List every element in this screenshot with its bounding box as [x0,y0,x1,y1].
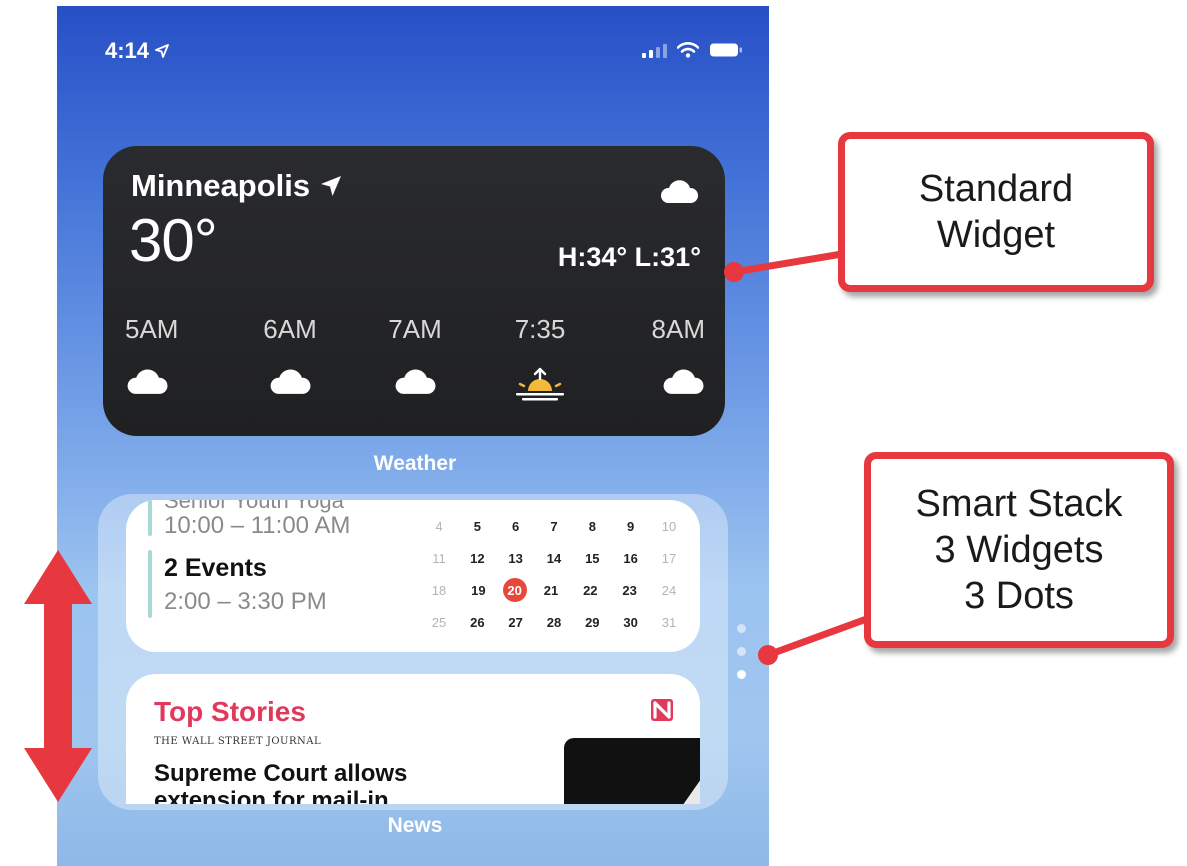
event-time-2: 2:00 – 3:30 PM [164,588,327,615]
calendar-day: 30 [623,614,638,630]
sunrise-icon [516,367,564,401]
news-widget[interactable]: Top Stories THE WALL STREET JOURNAL Supr… [126,674,700,804]
status-bar-time: 4:14 [105,38,169,64]
calendar-day: 8 [588,518,596,534]
hour-label: 6AM [263,314,317,344]
news-widget-caption: News [387,814,443,837]
calendar-week-row: 25 26 27 28 29 30 31 [424,606,684,638]
calendar-day: 9 [627,518,635,534]
calendar-day: 26 [470,614,485,630]
calendar-week-row: 18 19 20 21 22 23 24 [424,574,684,606]
calendar-day: 15 [585,550,600,566]
smart-stack-callout: Smart Stack 3 Widgets 3 Dots [864,452,1174,648]
hour-label: 7AM [388,314,442,344]
weather-widget-caption: Weather [373,452,457,475]
calendar-day: 21 [543,582,559,598]
calendar-day: 25 [431,614,447,630]
wifi-icon [677,42,699,58]
stack-page-dots[interactable] [737,624,746,679]
hour-label: 7:35 [514,314,566,344]
standard-widget-callout: Standard Widget [838,132,1154,292]
hour-label: 8AM [651,314,705,344]
callout-line: Widget [936,214,1056,256]
callout-line: 3 Widgets [934,529,1104,571]
clock-text: 4:14 [105,38,150,63]
cloud-icon [663,369,704,394]
month-grid: 4 5 6 7 8 9 10 11 12 13 14 15 16 17 18 19 20 21 22 23 24 25 26… [424,510,684,638]
weather-city: Minneapolis [131,168,342,204]
calendar-day: 17 [661,550,677,566]
event-color-bar [148,500,152,536]
callout-line: 3 Dots [964,575,1074,617]
calendar-day-today: 20 [502,578,527,602]
calendar-day: 23 [622,582,637,598]
forecast-hour: 8AM [625,314,705,401]
page-dot-active[interactable] [737,670,746,679]
news-section-title: Top Stories [154,696,306,727]
calendar-day: 31 [661,614,677,630]
cloud-icon [395,369,436,394]
calendar-day: 7 [550,518,558,534]
callout-connector [758,613,876,665]
calendar-week-row: 4 5 6 7 8 9 10 [424,510,684,542]
calendar-day: 19 [471,582,486,598]
calendar-day: 28 [546,614,562,630]
status-bar-indicators [642,42,743,58]
news-thumbnail [564,738,700,804]
forecast-hour: 6AM [250,314,330,401]
city-name: Minneapolis [131,168,311,203]
calendar-day: 22 [583,582,598,598]
calendar-day: 11 [432,550,446,566]
news-headline[interactable]: Supreme Court allows extension for mail-… [154,760,454,804]
calendar-day: 4 [435,518,443,534]
callout-line: Standard [918,168,1074,210]
calendar-day: 16 [623,550,638,566]
hourly-forecast: 5AM 6AM 7AM 7:35 8AM [125,314,705,401]
hour-label: 5AM [125,314,179,344]
high-low-temperature: H:34° L:31° [557,242,701,272]
location-arrow-icon [155,44,169,58]
calendar-day: 6 [512,518,520,534]
location-arrow-icon [321,176,342,196]
callout-line: Smart Stack [915,483,1123,525]
calendar-day: 10 [661,518,677,534]
calendar-widget[interactable]: Senior Youth Yoga 10:00 – 11:00 AM 2 Eve… [126,500,700,652]
forecast-hour: 7:35 [500,314,580,401]
calendar-week-row: 11 12 13 14 15 16 17 [424,542,684,574]
calendar-day: 27 [508,614,523,630]
weather-widget[interactable]: Minneapolis 30° H:34° L:31° 5AM 6AM 7AM … [103,146,725,436]
page-dot[interactable] [737,647,746,656]
event-color-bar [148,550,152,618]
calendar-day: 24 [661,582,677,598]
calendar-day: 18 [431,582,447,598]
cloud-icon [660,180,699,203]
cellular-signal-icon [642,42,667,58]
event-time-1: 10:00 – 11:00 AM [164,512,351,539]
forecast-hour: 7AM [375,314,455,401]
news-source: THE WALL STREET JOURNAL [154,736,322,747]
battery-icon [710,43,742,57]
calendar-day: 12 [470,550,485,566]
calendar-day: 14 [546,550,562,566]
events-count: 2 Events [164,554,267,582]
current-temperature: 30° [129,207,218,274]
page-dot[interactable] [737,624,746,633]
apple-news-icon [651,699,673,721]
cloud-icon [127,369,168,394]
calendar-day: 13 [508,550,523,566]
cloud-icon [270,369,311,394]
forecast-hour: 5AM [125,314,205,401]
calendar-day: 5 [473,518,481,534]
calendar-day: 29 [585,614,600,630]
